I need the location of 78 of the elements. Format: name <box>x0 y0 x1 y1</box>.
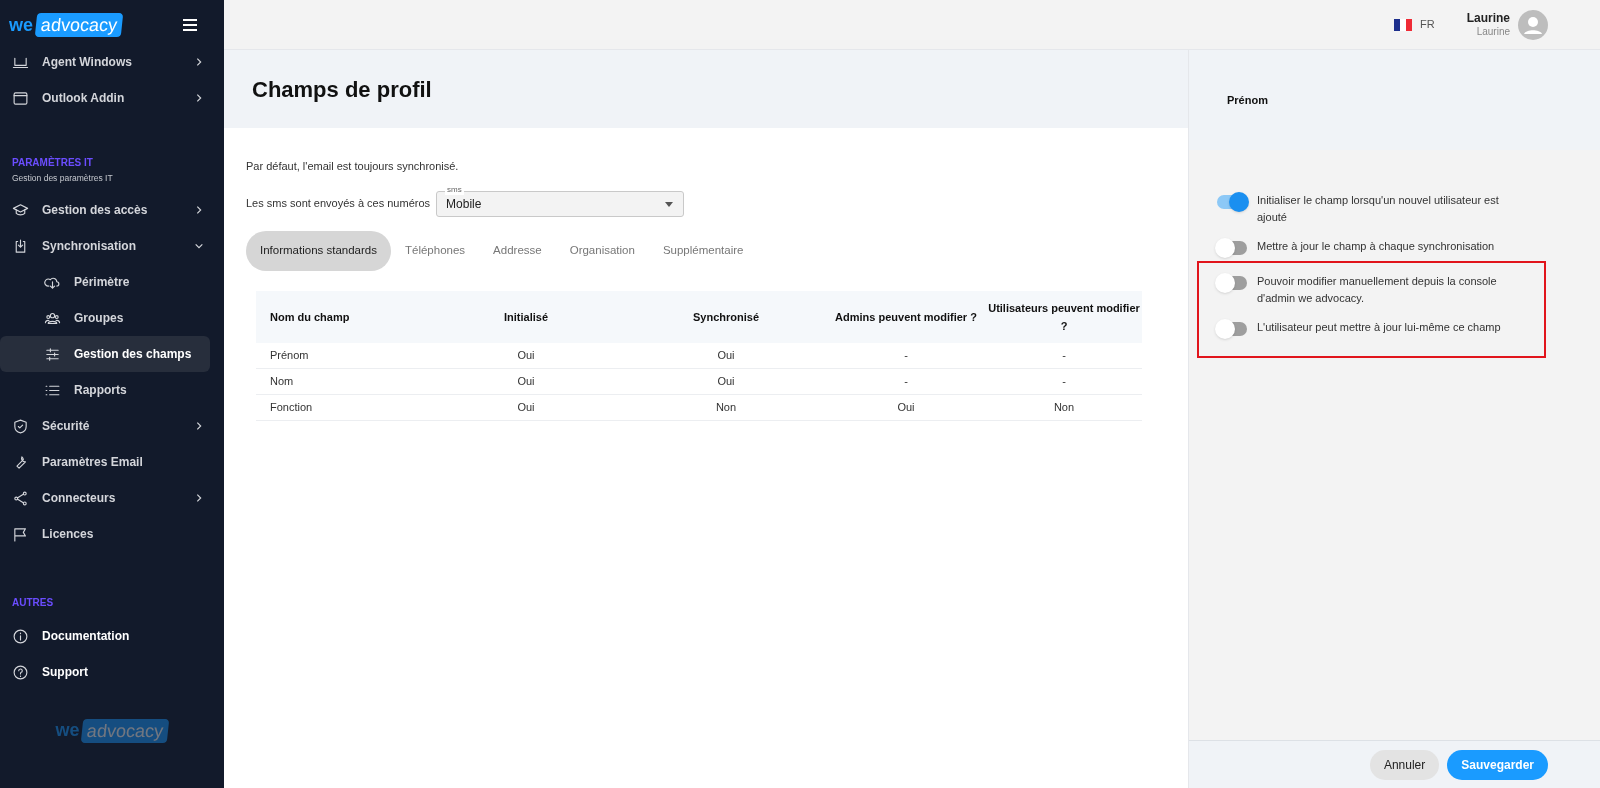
toggle-switch[interactable] <box>1217 322 1247 336</box>
nav-item[interactable]: Sécurité <box>0 408 224 444</box>
table-cell: Non <box>986 394 1142 421</box>
caret-icon <box>665 201 674 207</box>
nav-item[interactable]: Support <box>0 654 224 690</box>
table-cell: Oui <box>426 368 626 395</box>
flag-icon <box>12 525 29 543</box>
table-cell: Prénom <box>256 342 426 369</box>
nav-item[interactable]: Synchronisation <box>0 228 224 264</box>
sliders-icon <box>44 345 61 363</box>
tab[interactable]: Organisation <box>555 230 649 271</box>
chevron-down-icon <box>194 241 204 251</box>
info-icon <box>12 627 29 645</box>
chevron-right-icon <box>194 493 204 503</box>
table-cell: Nom <box>256 368 426 395</box>
table-cell: - <box>826 342 986 369</box>
nav-item[interactable]: Connecteurs <box>0 480 224 516</box>
table-cell: Oui <box>426 394 626 421</box>
toggle-switch[interactable] <box>1217 276 1247 290</box>
user-subtitle: Laurine <box>1476 24 1510 39</box>
chevron-right-icon <box>194 205 204 215</box>
section-subtitle: Gestion des paramètres IT <box>11 172 114 184</box>
window-icon <box>12 89 29 107</box>
france-flag-icon <box>1394 18 1412 31</box>
tab[interactable]: Téléphones <box>391 230 480 271</box>
toggle-label: Mettre à jour le champ à chaque synchronisation <box>1257 239 1496 254</box>
nav-item[interactable]: Paramètres Email <box>0 444 224 480</box>
menu-icon[interactable] <box>183 19 197 31</box>
table-cell: Oui <box>626 342 826 369</box>
nav-item[interactable]: Licences <box>0 516 224 552</box>
column-header: Nom du champ <box>256 290 426 343</box>
nav-item[interactable]: Outlook Addin <box>0 80 224 116</box>
nav-item[interactable]: Périmètre <box>0 264 224 300</box>
tab[interactable]: Supplémentaire <box>648 230 758 271</box>
nav-item[interactable]: Groupes <box>0 300 224 336</box>
sms-label: Les sms sont envoyés à ces numéros <box>246 196 431 212</box>
toggle-label: L'utilisateur peut mettre à jour lui-même ce champ <box>1257 320 1502 335</box>
section-title: AUTRES <box>11 596 55 610</box>
column-header: Initialisé <box>426 290 626 343</box>
table-cell: Oui <box>826 394 986 421</box>
logo: we advocacy <box>55 717 169 744</box>
help-icon <box>12 663 29 681</box>
user-name: Laurine <box>1466 10 1510 25</box>
language-selector[interactable]: FR <box>1394 16 1435 33</box>
chevron-right-icon <box>194 57 204 67</box>
intro-text: Par défaut, l'email est toujours synchronisé. <box>246 159 460 174</box>
table-cell: Oui <box>626 368 826 395</box>
tab[interactable]: Addresse <box>479 230 556 271</box>
toggle-switch[interactable] <box>1217 241 1247 255</box>
table-cell: Oui <box>426 342 626 369</box>
toggle-label: Pouvoir modifier manuellement depuis la console d'admin we advocacy. <box>1257 274 1498 306</box>
tab[interactable]: Informations standards <box>246 230 391 271</box>
table-cell: - <box>986 342 1142 369</box>
logo: we advocacy <box>9 11 123 39</box>
nav-item[interactable]: Agent Windows <box>0 44 224 80</box>
panel-title: Prénom <box>1227 92 1268 108</box>
table-cell: Non <box>626 394 826 421</box>
chevron-right-icon <box>194 421 204 431</box>
nav-item[interactable]: Documentation <box>0 618 224 654</box>
toggle-label: Initialiser le champ lorsqu'un nouvel utilisateur est ajouté <box>1257 193 1500 225</box>
section-title: PARAMÈTRES IT <box>11 156 94 170</box>
nav-item[interactable]: Gestion des champs <box>0 336 210 372</box>
nav-item[interactable]: Gestion des accès <box>0 192 224 228</box>
share-icon <box>12 489 29 507</box>
table-cell: - <box>986 368 1142 395</box>
cancel-button[interactable]: Annuler <box>1369 749 1440 780</box>
shield-icon <box>12 417 29 435</box>
column-header: Admins peuvent modifier ? <box>826 290 986 343</box>
chevron-right-icon <box>194 93 204 103</box>
column-header: Utilisateurs peuvent modifier ? <box>986 290 1142 343</box>
graduation-cap-icon <box>12 201 29 219</box>
page-title: Champs de profil <box>252 75 432 104</box>
nav-item[interactable]: Rapports <box>0 372 224 408</box>
table-cell: Fonction <box>256 394 426 421</box>
table-cell: - <box>826 368 986 395</box>
toggle-switch[interactable] <box>1217 195 1247 209</box>
avatar-icon[interactable] <box>1518 9 1548 40</box>
column-header: Synchronisé <box>626 290 826 343</box>
